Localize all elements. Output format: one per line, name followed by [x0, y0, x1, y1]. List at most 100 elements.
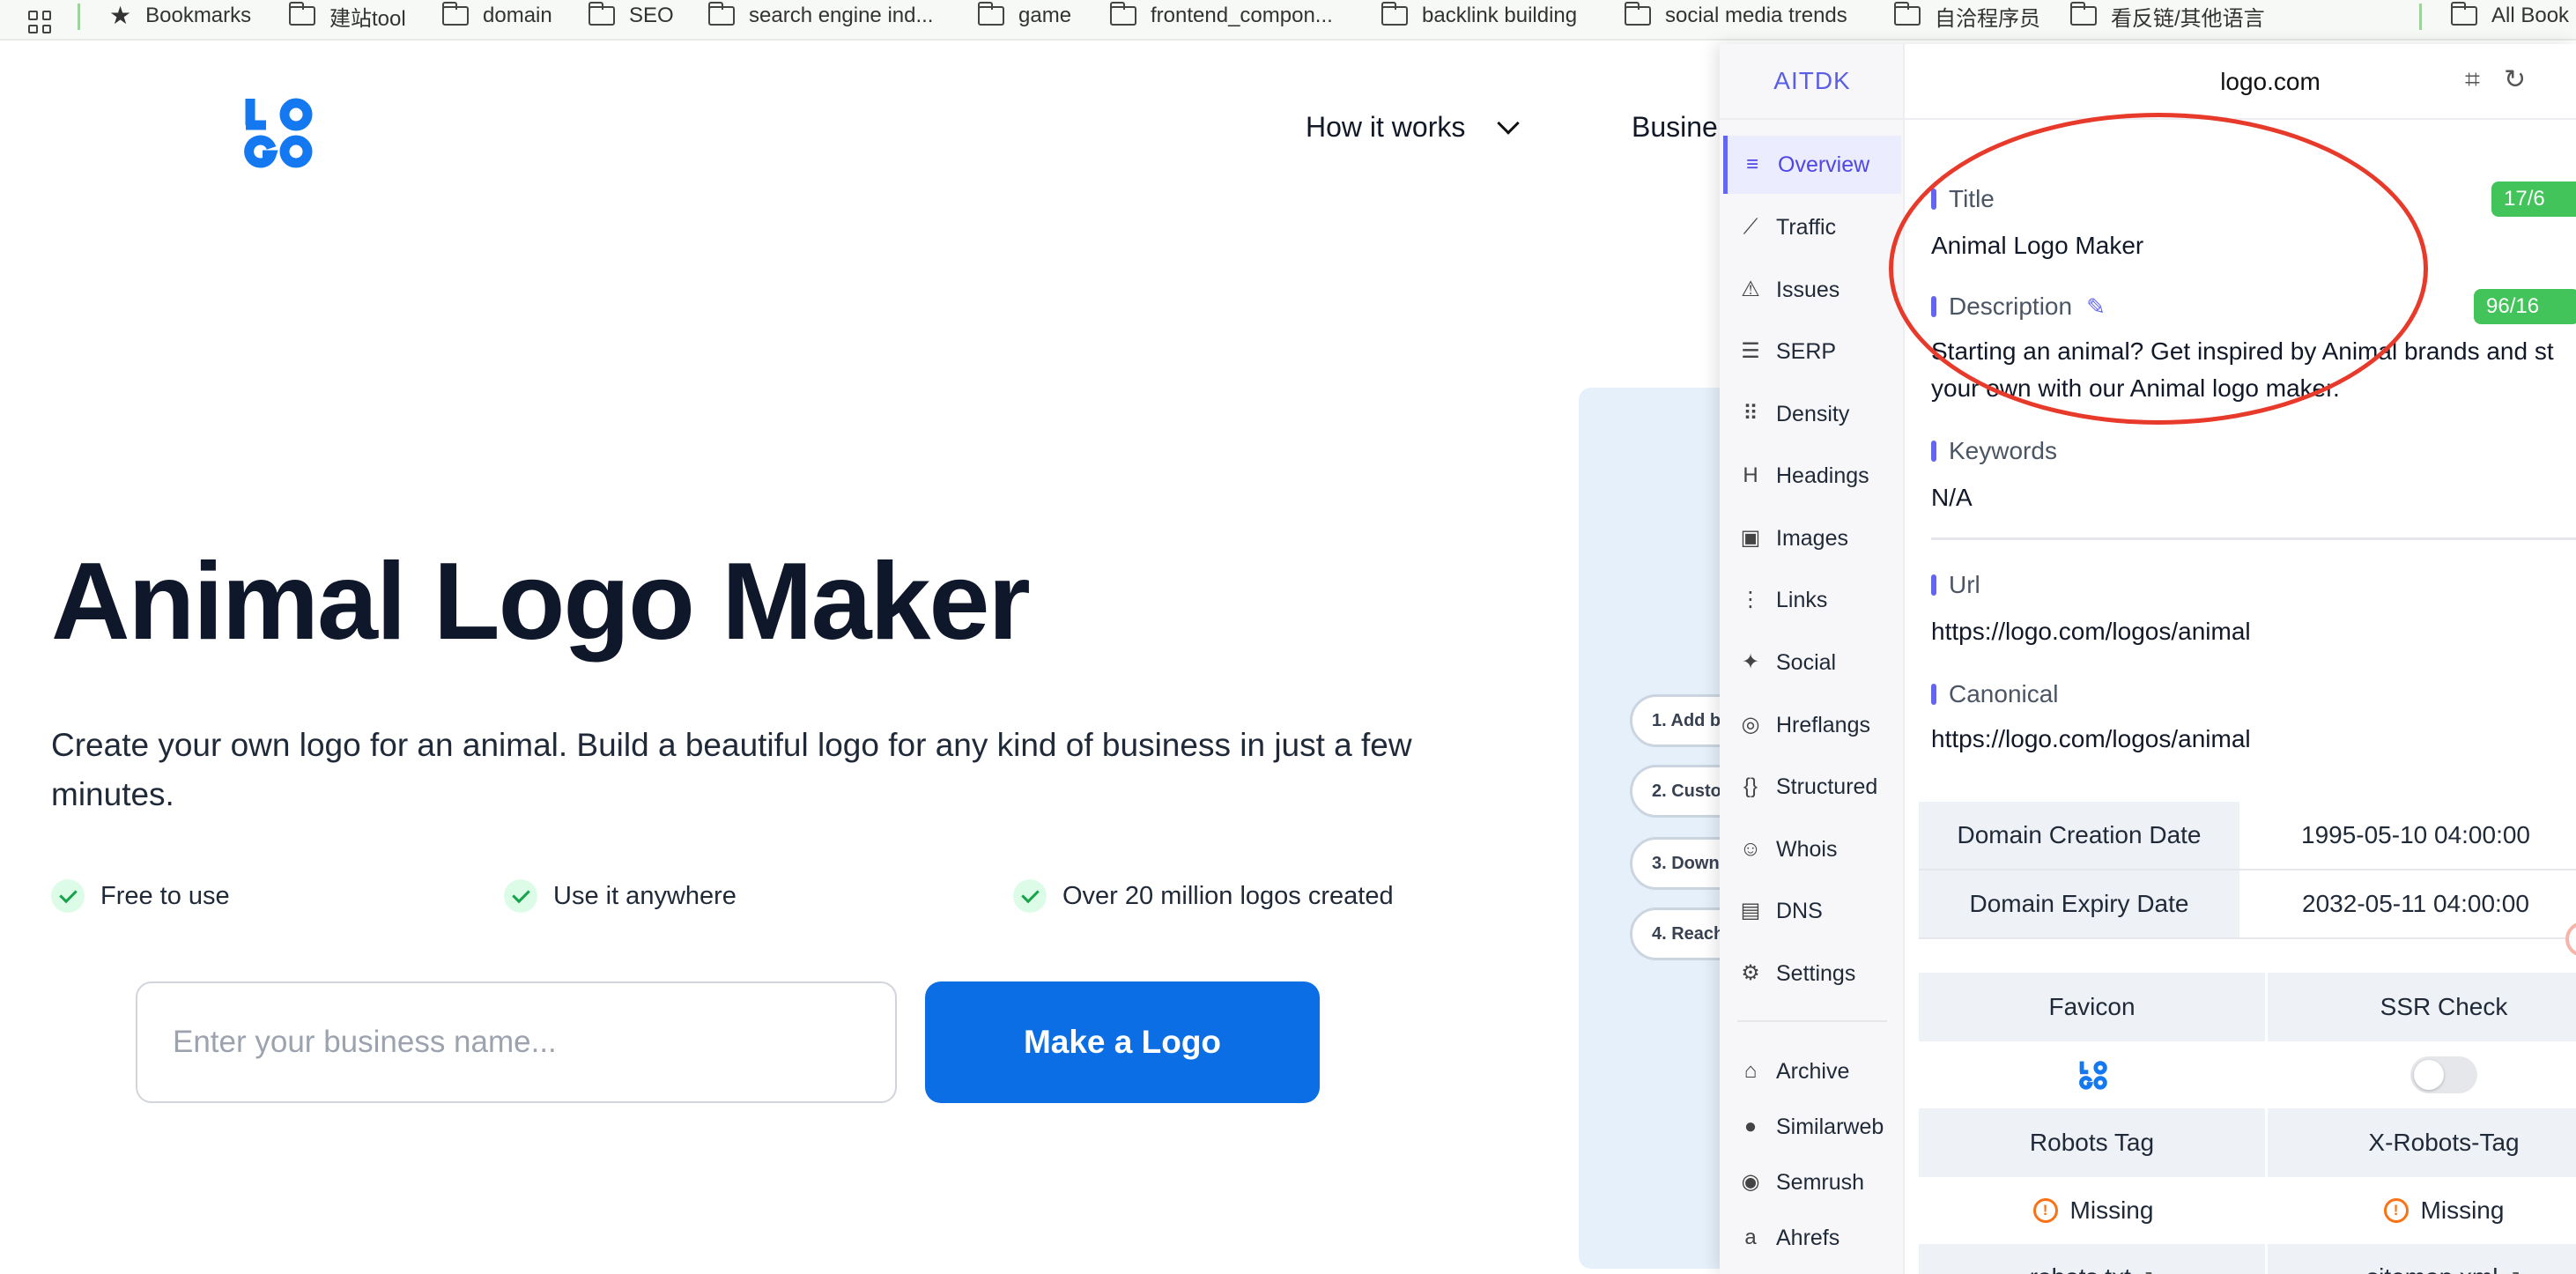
folder-icon: [588, 2, 615, 26]
folder-icon: [1110, 2, 1136, 26]
sidebar-item-traffic[interactable]: ⟋ Traffic: [1723, 198, 1901, 256]
sidebar-item-serp[interactable]: ☰ SERP: [1723, 322, 1901, 381]
links-icon: ⋮: [1740, 588, 1761, 611]
domain-expiry-value: 2032-05-11 04:00:00: [2239, 870, 2576, 939]
description-value-line: Starting an animal? Get inspired by Anim…: [1931, 337, 2554, 365]
check-icon: [51, 879, 85, 913]
alert-circle-icon: !: [2383, 1198, 2409, 1223]
apps-grid-icon[interactable]: [28, 11, 51, 33]
favicon-value: [1919, 1041, 2268, 1108]
robots-tag-status: ! Missing: [1919, 1177, 2268, 1244]
url-value[interactable]: https://logo.com/logos/animal: [1931, 613, 2251, 650]
sidebar-item-headings[interactable]: H Headings: [1723, 447, 1901, 505]
sidebar-item-hreflangs[interactable]: ◎ Hreflangs: [1723, 696, 1901, 754]
robots-tag-label: Robots Tag: [1919, 1108, 2268, 1177]
star-icon: ★: [109, 2, 132, 29]
chevron-down-icon: [1497, 111, 1521, 135]
feature-item: Use it anywhere: [504, 879, 737, 913]
similarweb-icon: ●: [1743, 1115, 1758, 1138]
business-name-input[interactable]: [136, 981, 897, 1103]
sidebar-item-archive[interactable]: ⌂ Archive: [1723, 1042, 1901, 1100]
semrush-icon: ◉: [1741, 1170, 1760, 1194]
sidebar-divider: [1737, 1020, 1887, 1022]
sidebar-item-density[interactable]: ⠿ Density: [1723, 385, 1901, 443]
check-icon: [504, 879, 537, 913]
sidebar-item-images[interactable]: ▣ Images: [1723, 509, 1901, 567]
sidebar-item-structured[interactable]: {} Structured: [1723, 758, 1901, 816]
globe-icon: ◎: [1741, 713, 1760, 737]
bookmark-folder[interactable]: game: [978, 0, 1071, 32]
bookmark-folder[interactable]: SEO: [588, 0, 674, 32]
bookmark-folder[interactable]: domain: [442, 0, 552, 32]
bookmark-folder[interactable]: backlink building: [1381, 0, 1577, 32]
sidebar-item-ahrefs[interactable]: a Ahrefs: [1723, 1209, 1901, 1267]
title-count-badge: 17/6: [2491, 181, 2576, 217]
bookmark-folder[interactable]: 建站tool: [289, 0, 406, 32]
ssr-check-label: SSR Check: [2268, 973, 2576, 1041]
alert-circle-icon: !: [2032, 1198, 2058, 1223]
sidebar-item-social[interactable]: ✦ Social: [1723, 633, 1901, 692]
bookmark-folder[interactable]: 自洽程序员: [1894, 0, 2040, 32]
description-count-badge: 96/16: [2474, 289, 2576, 324]
refresh-icon[interactable]: ↻: [2504, 67, 2526, 93]
description-value-line: your own with our Animal logo maker.: [1931, 374, 2340, 402]
folder-icon: [289, 2, 315, 26]
folder-icon: [978, 2, 1004, 26]
external-link-icon: ↗: [2505, 1266, 2520, 1274]
folder-icon: [1381, 2, 1408, 26]
x-robots-tag-status: ! Missing: [2268, 1177, 2576, 1244]
serp-icon: ☰: [1741, 339, 1760, 363]
bookmark-bookmarks[interactable]: ★ Bookmarks: [109, 0, 251, 32]
sidebar-item-settings[interactable]: ⚙ Settings: [1723, 944, 1901, 1003]
bookmark-folder[interactable]: frontend_compon...: [1110, 0, 1333, 32]
section-divider: [1931, 537, 2576, 540]
sidebar-item-links[interactable]: ⋮ Links: [1723, 571, 1901, 629]
server-icon: ▤: [1740, 899, 1761, 922]
folder-icon: [2070, 2, 2097, 26]
folder-icon: [1625, 2, 1651, 26]
warning-icon: ⚠: [1741, 278, 1760, 301]
magic-wand-icon[interactable]: ✎: [2086, 293, 2106, 321]
bookmarks-divider: [2419, 4, 2422, 30]
hero-title: Animal Logo Maker: [51, 541, 1031, 663]
gear-icon: ⚙: [1741, 961, 1760, 985]
description-label: Description ✎: [1931, 293, 2106, 321]
folder-icon: [1894, 2, 1921, 26]
nav-business[interactable]: Busine: [1632, 111, 1718, 144]
domain-creation-label: Domain Creation Date: [1919, 802, 2239, 870]
bookmark-all-bookmarks[interactable]: All Book: [2451, 0, 2569, 32]
sidebar-item-issues[interactable]: ⚠ Issues: [1723, 261, 1901, 319]
bookmark-folder[interactable]: search engine ind...: [708, 0, 933, 32]
favicon-logo-icon: [2079, 1061, 2107, 1090]
ssr-check-value: [2268, 1041, 2576, 1108]
bookmarks-divider: [78, 4, 80, 30]
twitter-icon: ✦: [1741, 650, 1760, 674]
crop-icon[interactable]: ⌗: [2465, 67, 2480, 93]
site-logo[interactable]: [243, 95, 314, 169]
external-link-icon: ↗: [2138, 1266, 2154, 1274]
nav-how-it-works[interactable]: How it works: [1306, 111, 1521, 144]
sitemap-xml-link[interactable]: sitemap.xml↗: [2268, 1244, 2576, 1274]
make-logo-button[interactable]: Make a Logo: [925, 981, 1320, 1103]
hero-subtitle: Create your own logo for an animal. Buil…: [51, 727, 1412, 812]
overview-icon: ≡: [1745, 152, 1758, 176]
bookmark-folder[interactable]: 看反链/其他语言: [2070, 0, 2265, 32]
ssr-toggle[interactable]: [2410, 1056, 2477, 1093]
sidebar-item-semrush[interactable]: ◉ Semrush: [1723, 1153, 1901, 1211]
domain-expiry-label: Domain Expiry Date: [1919, 870, 2239, 939]
folder-icon: [442, 2, 469, 26]
folder-icon: [708, 2, 735, 26]
aitdk-panel: AITDK ≡ Overview ⟋ Traffic ⚠ Issues ☰ SERP ⠿…: [1720, 44, 2576, 1274]
robots-txt-link[interactable]: robots.txt↗: [1919, 1244, 2268, 1274]
sidebar-item-whois[interactable]: ☺ Whois: [1723, 820, 1901, 878]
bookmark-folder[interactable]: social media trends: [1625, 0, 1847, 32]
folder-icon: [2451, 2, 2477, 26]
sidebar-item-dns[interactable]: ▤ DNS: [1723, 882, 1901, 940]
sidebar-item-overview[interactable]: ≡ Overview: [1723, 136, 1901, 194]
check-icon: [1013, 879, 1047, 913]
url-label: Url: [1931, 571, 1980, 599]
panel-sidebar: AITDK ≡ Overview ⟋ Traffic ⚠ Issues ☰ SERP ⠿…: [1720, 44, 1905, 1274]
canonical-value[interactable]: https://logo.com/logos/animal: [1931, 721, 2251, 758]
sidebar-item-similarweb[interactable]: ● Similarweb: [1723, 1098, 1901, 1156]
density-icon: ⠿: [1743, 402, 1758, 426]
